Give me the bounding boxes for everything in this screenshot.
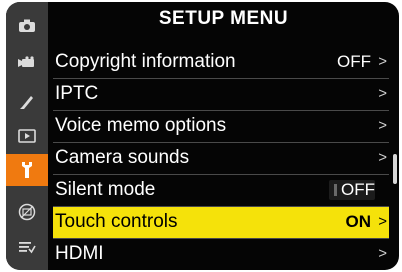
chevron-right-icon: > (378, 117, 387, 134)
movie-camera-icon (18, 55, 34, 67)
wrench-icon (22, 162, 32, 178)
chevron-right-icon: > (378, 85, 387, 102)
menu-item-value: OFF (341, 180, 375, 199)
menu-item-label: Voice memo options (55, 115, 227, 136)
menu-item-touch-controls[interactable]: Touch controls ON > (53, 207, 389, 239)
page-title: SETUP MENU (158, 8, 289, 29)
setup-menu-list: Copyright information OFF > IPTC > Voice… (53, 47, 389, 270)
menu-item-label: HDMI (55, 243, 104, 264)
menu-item-voice-memo-options[interactable]: Voice memo options > (53, 111, 389, 143)
menu-item-copyright-information[interactable]: Copyright information OFF > (53, 47, 389, 79)
chevron-right-icon: > (378, 53, 387, 70)
menu-item-hdmi[interactable]: HDMI > (53, 239, 389, 270)
retouch-menu-tab[interactable] (6, 196, 48, 227)
custom-settings-menu-tab[interactable] (6, 86, 48, 117)
menu-item-camera-sounds[interactable]: Camera sounds > (53, 143, 389, 175)
playback-icon (18, 128, 36, 143)
my-menu-tab[interactable] (6, 231, 48, 262)
menu-item-silent-mode[interactable]: Silent mode OFF (53, 175, 389, 207)
menu-item-value: ON (345, 212, 372, 231)
camera-icon (19, 19, 35, 32)
menu-item-iptc[interactable]: IPTC > (53, 79, 389, 111)
menu-item-label: Touch controls (55, 211, 178, 232)
menu-item-label: Copyright information (55, 51, 236, 72)
menu-item-label: Camera sounds (55, 147, 190, 168)
chevron-right-icon: > (378, 245, 387, 262)
playback-menu-tab[interactable] (6, 120, 48, 151)
menu-item-label: Silent mode (55, 179, 156, 200)
scrollbar[interactable] (393, 46, 397, 261)
photo-shooting-menu-tab[interactable] (6, 10, 48, 41)
camera-screen: SETUP MENU Copyright information OFF > I… (6, 2, 399, 270)
menu-sidebar (6, 2, 48, 270)
scrollbar-thumb[interactable] (393, 154, 397, 184)
setup-menu-tab[interactable] (6, 154, 48, 186)
my-menu-icon (19, 241, 36, 253)
chevron-right-icon: > (378, 149, 387, 166)
menu-item-value: OFF (337, 52, 371, 71)
menu-item-label: IPTC (55, 83, 99, 104)
retouch-icon (18, 203, 36, 220)
movie-shooting-menu-tab[interactable] (6, 47, 48, 78)
chevron-right-icon: > (378, 213, 387, 230)
pencil-icon (20, 95, 33, 109)
